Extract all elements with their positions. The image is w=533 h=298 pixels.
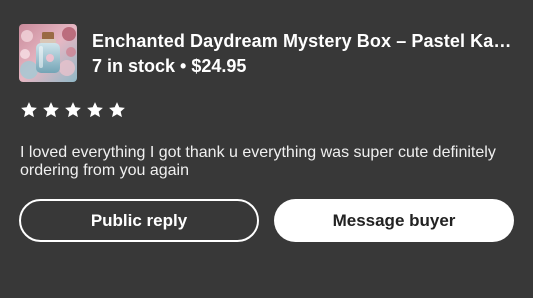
mystery-box-bottle-icon [19,24,77,82]
message-buyer-button[interactable]: Message buyer [274,199,514,242]
star-icon [64,101,82,119]
listing-price: $24.95 [191,56,247,76]
star-icon [20,101,38,119]
meta-separator: • [180,56,187,76]
review-card: Enchanted Daydream Mystery Box – Pastel … [0,0,533,298]
star-icon [86,101,104,119]
listing-meta: 7 in stock • $24.95 [92,56,246,77]
listing-title[interactable]: Enchanted Daydream Mystery Box – Pastel … [92,31,522,52]
stock-count: 7 in stock [92,56,176,76]
review-text: I loved everything I got thank u everyth… [20,144,496,179]
star-rating [20,101,126,119]
star-icon [42,101,60,119]
product-thumbnail[interactable] [19,24,77,82]
public-reply-button[interactable]: Public reply [19,199,259,242]
star-icon [108,101,126,119]
